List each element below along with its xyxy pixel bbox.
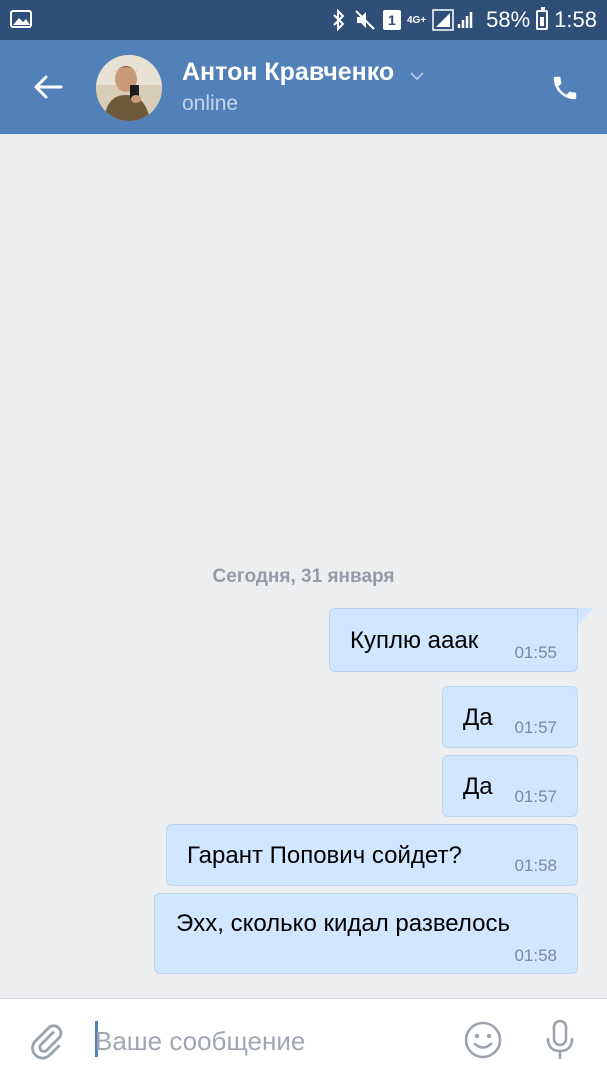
bluetooth-icon — [331, 8, 347, 32]
avatar[interactable] — [96, 55, 162, 121]
message-list[interactable]: Сегодня, 31 января Куплю ааак 01:55 Да 0… — [0, 134, 607, 998]
signal-icon — [432, 8, 480, 32]
chevron-down-icon — [409, 59, 425, 88]
message-text: Куплю ааак — [350, 627, 479, 654]
date-separator: Сегодня, 31 января — [212, 566, 395, 587]
message-time: 01:58 — [514, 946, 557, 965]
network-type: 4G+ — [406, 14, 427, 26]
message-time: 01:55 — [514, 643, 557, 662]
image-icon — [10, 9, 32, 29]
message-text: Да — [463, 773, 493, 800]
emoji-button[interactable] — [463, 1020, 503, 1060]
message-text: Эхх, сколько кидал развелось — [176, 910, 510, 937]
message-bubble[interactable]: Гарант Попович сойдет? 01:58 — [166, 824, 578, 886]
message-bubble[interactable]: Да 01:57 — [442, 755, 578, 817]
battery-icon — [536, 7, 549, 30]
sim-slot-indicator: 1 — [382, 10, 401, 30]
message-text: Да — [463, 704, 493, 731]
contact-name[interactable]: Антон Кравченко — [182, 58, 425, 88]
microphone-button[interactable] — [541, 1017, 579, 1063]
message-text: Гарант Попович сойдет? — [187, 842, 462, 869]
contact-status: online — [182, 92, 239, 115]
composer — [0, 998, 607, 1080]
attach-button[interactable] — [26, 1019, 66, 1063]
message-bubble[interactable]: Да 01:57 — [442, 686, 578, 748]
chat-header: Антон Кравченко online — [0, 40, 607, 134]
clock: 1:58 — [554, 7, 597, 32]
status-bar: 1 4G+ 58% 1:58 — [0, 0, 607, 40]
message-bubble[interactable]: Эхх, сколько кидал развелось 01:58 — [154, 893, 578, 974]
microphone-icon — [546, 1019, 574, 1059]
smiley-icon — [464, 1021, 502, 1059]
message-time: 01:57 — [514, 718, 557, 737]
battery-percent: 58% — [486, 7, 531, 32]
message-time: 01:57 — [514, 787, 557, 806]
message-input[interactable] — [95, 1019, 435, 1063]
contact-name-text: Антон Кравченко — [182, 58, 395, 86]
phone-icon — [553, 76, 577, 100]
bubble-tail — [577, 608, 594, 626]
message-bubble[interactable]: Куплю ааак 01:55 — [329, 608, 578, 672]
back-arrow-icon — [34, 75, 63, 99]
back-button[interactable] — [26, 65, 70, 109]
call-button[interactable] — [545, 68, 585, 108]
status-icons: 1 4G+ 58% 1:58 — [331, 0, 597, 40]
paperclip-icon — [31, 1024, 63, 1060]
mute-icon — [353, 8, 377, 32]
message-time: 01:58 — [514, 856, 557, 875]
